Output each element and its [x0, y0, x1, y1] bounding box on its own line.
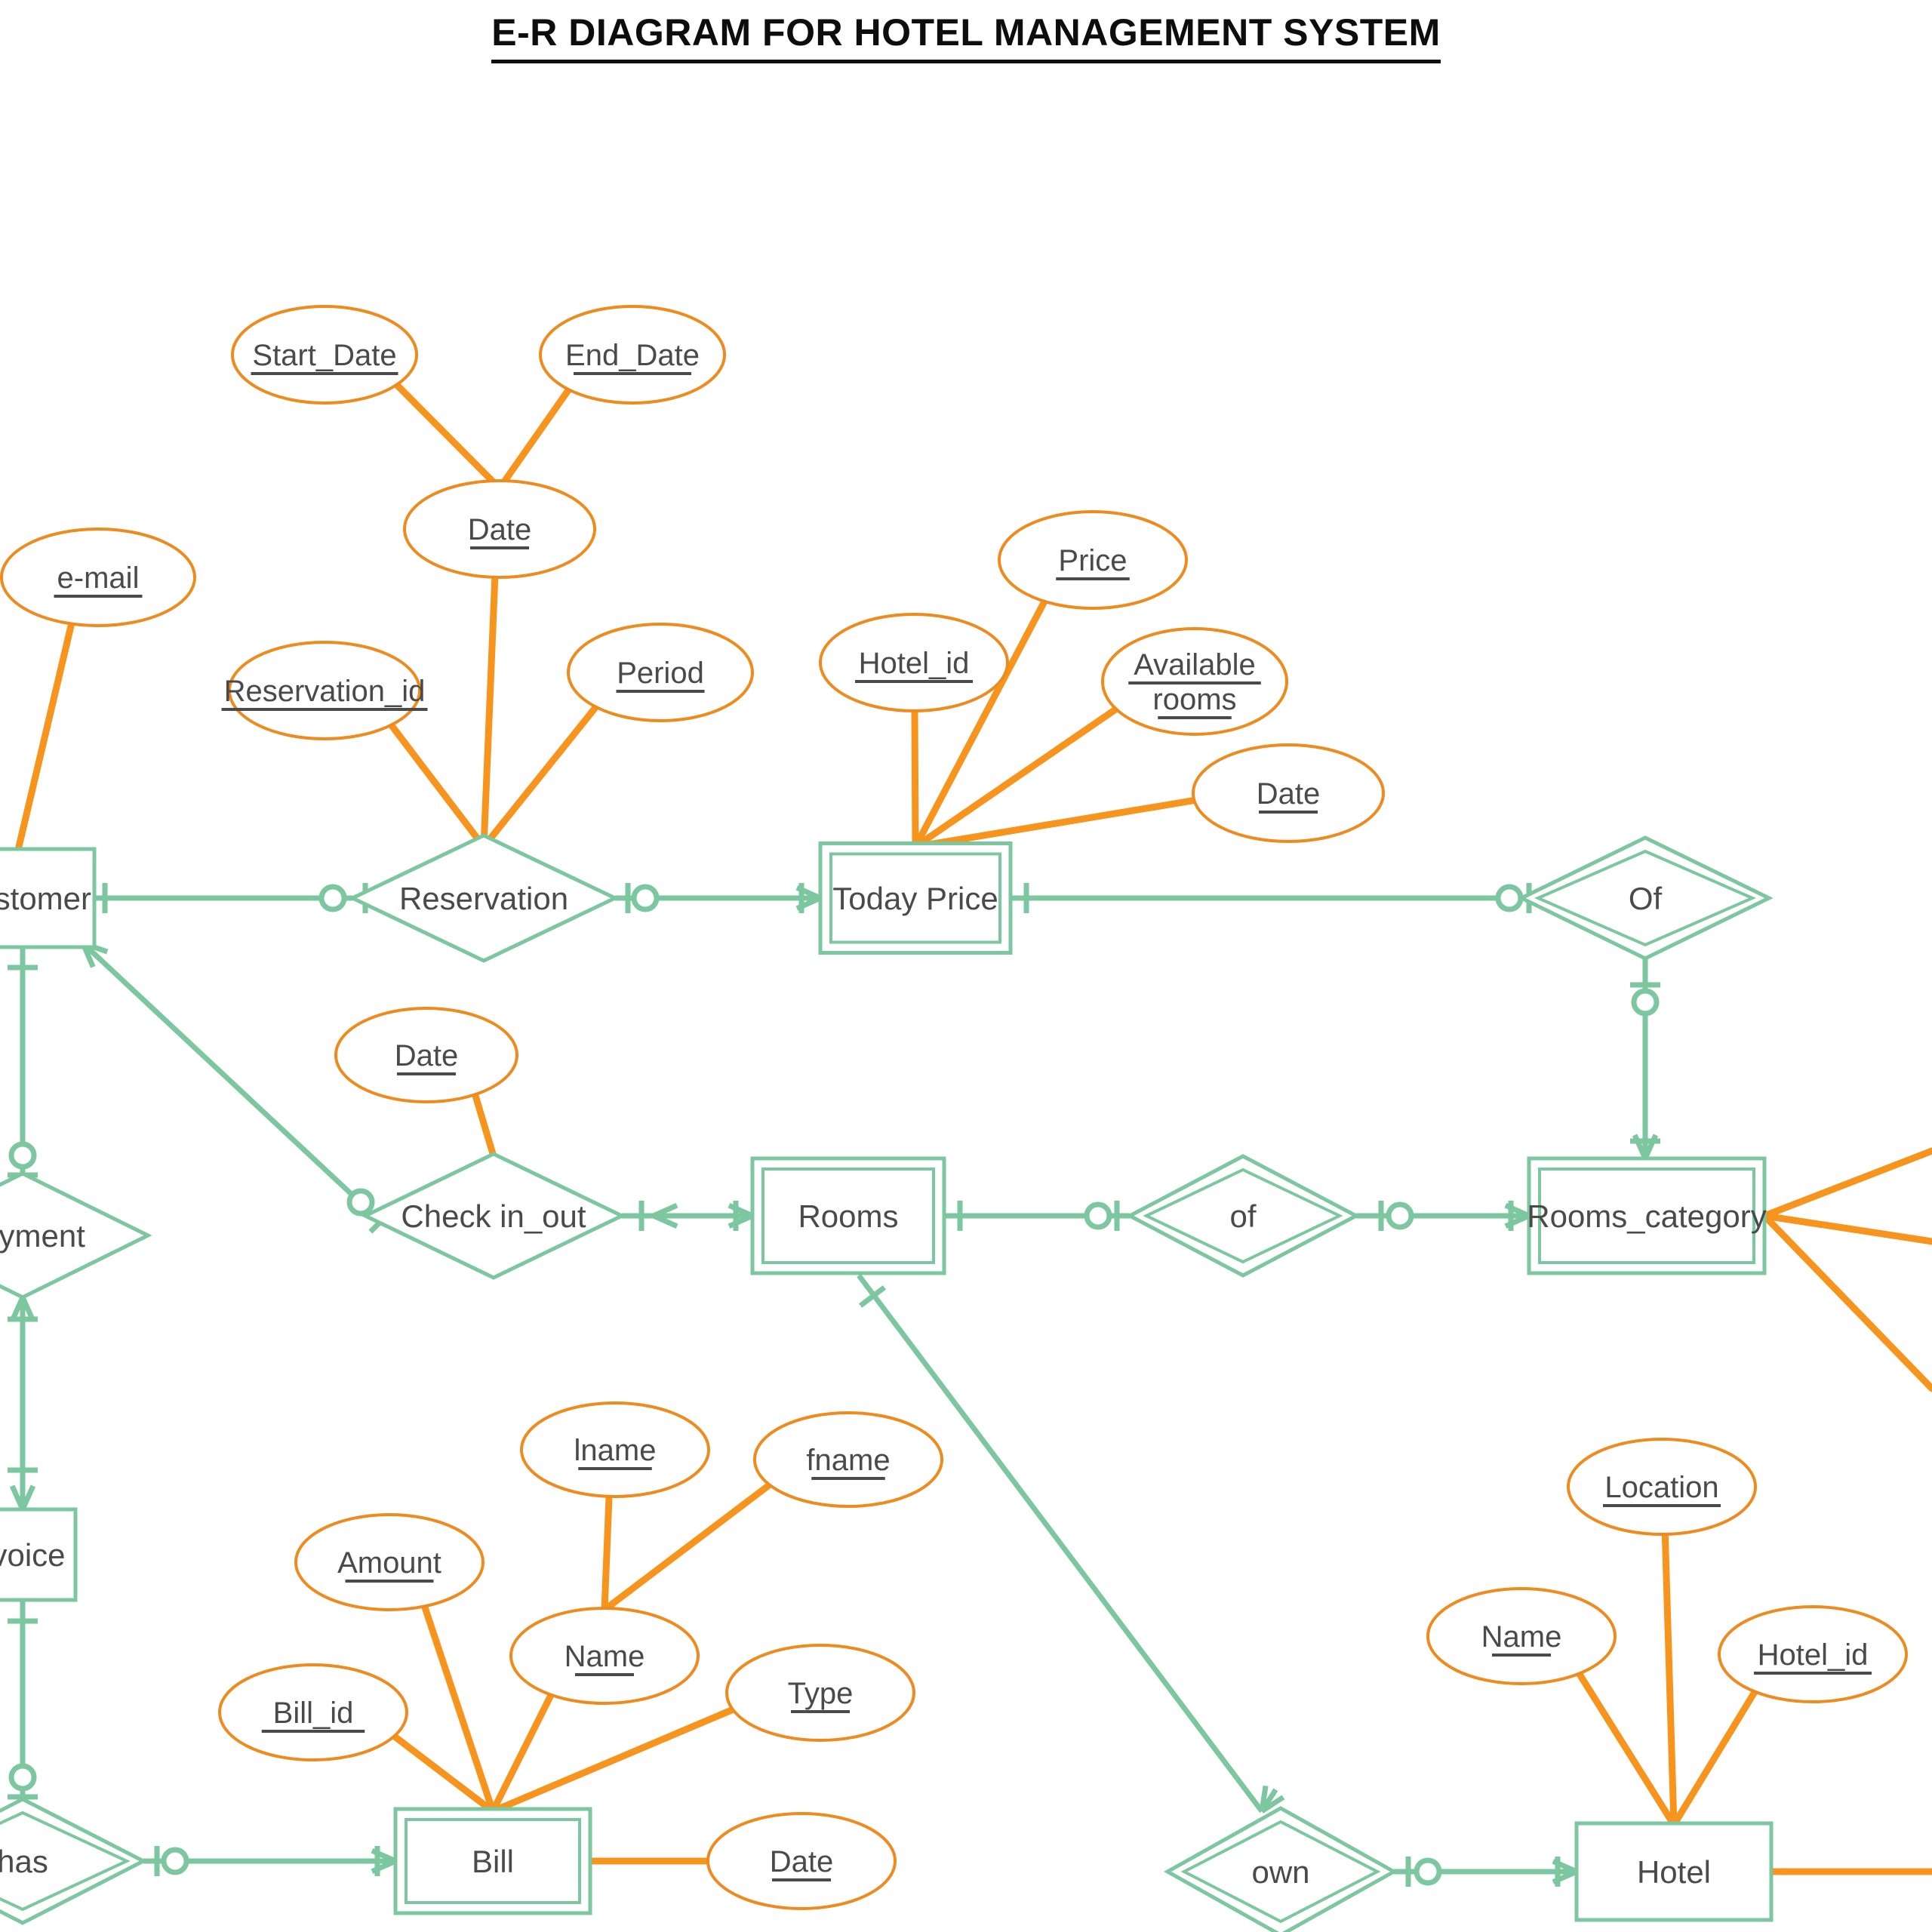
attribute-label: Name [565, 1640, 645, 1673]
relationship-node-reservation[interactable]: Reservation [348, 833, 620, 963]
attribute-node-reservation_id[interactable]: Reservation_id [221, 641, 428, 740]
attribute-label: Hotel_id [1758, 1638, 1869, 1672]
relationship-label: own [1251, 1854, 1309, 1890]
attribute-label: Start_Date [252, 339, 396, 372]
attribute-node-period[interactable]: Period [567, 623, 754, 722]
attribute-label: Price [1058, 544, 1127, 577]
relationship-label: Check in_out [401, 1198, 586, 1234]
attribute-label: Reservation_id [224, 675, 426, 708]
entity-node-bill[interactable]: Bill [393, 1807, 592, 1915]
er-diagram-canvas: E-R DIAGRAM FOR HOTEL MANAGEMENT SYSTEM … [0, 0, 1932, 1932]
relationship-label: Payment [0, 1218, 85, 1254]
attribute-label: Date [468, 513, 532, 546]
entity-node-rooms_category[interactable]: Rooms_category [1527, 1156, 1767, 1275]
attribute-node-name_bill[interactable]: Name [509, 1607, 700, 1705]
attribute-label: Available [1134, 648, 1256, 681]
attribute-label: Amount [337, 1546, 441, 1580]
attribute-label: End_Date [565, 339, 700, 372]
attribute-node-name_hotel[interactable]: Name [1426, 1587, 1617, 1685]
relationship-label: Reservation [399, 881, 568, 916]
entity-node-hotel[interactable]: Hotel [1574, 1821, 1774, 1922]
shape-layer: Start_Date End_Date Date e-mail Reservation_… [0, 305, 1908, 1932]
attribute-label: Period [617, 657, 704, 690]
attribute-node-date_bill[interactable]: Date [706, 1812, 897, 1910]
attribute-label: Date [395, 1039, 459, 1072]
attribute-node-date_check[interactable]: Date [334, 1007, 518, 1103]
relationship-label: Of [1629, 881, 1663, 916]
relationship-node-payment[interactable]: Payment [0, 1171, 152, 1300]
attribute-label: Bill_id [273, 1697, 354, 1730]
attribute-node-start_date[interactable]: Start_Date [231, 305, 418, 405]
attribute-label: lname [574, 1434, 657, 1467]
attribute-label: Location [1604, 1471, 1718, 1504]
entity-label: Invoice [0, 1537, 66, 1573]
attribute-node-end_date[interactable]: End_Date [539, 305, 726, 405]
attribute-node-type_bill[interactable]: Type [725, 1644, 915, 1742]
attribute-label: Type [788, 1677, 854, 1710]
entity-label: Today Price [832, 881, 998, 916]
entity-label: Bill [472, 1844, 514, 1879]
attribute-node-email[interactable]: e-mail [0, 528, 196, 627]
entity-label: Hotel [1637, 1854, 1711, 1890]
attribute-label: Name [1481, 1620, 1562, 1654]
attribute-node-amount[interactable]: Amount [294, 1513, 485, 1611]
relationship-label: has [0, 1844, 48, 1879]
attribute-node-date_reservation[interactable]: Date [403, 479, 596, 579]
attribute-node-date_tp[interactable]: Date [1192, 743, 1385, 843]
entity-label: Rooms [798, 1198, 898, 1234]
relationship-node-of_rooms[interactable]: of [1125, 1154, 1361, 1278]
attribute-node-bill_id[interactable]: Bill_id [218, 1663, 408, 1761]
attribute-label: e-mail [57, 561, 140, 595]
attribute-label: Hotel_id [859, 647, 970, 680]
attribute-node-hotel_id_tp[interactable]: Hotel_id [819, 613, 1009, 712]
attribute-node-fname[interactable]: fname [753, 1411, 943, 1508]
attribute-label: Date [1257, 777, 1321, 811]
attribute-label: Date [770, 1845, 834, 1878]
entity-node-rooms[interactable]: Rooms [750, 1156, 946, 1275]
relationship-node-own[interactable]: own [1163, 1806, 1398, 1932]
attribute-label: fname [806, 1444, 890, 1477]
relationship-node-of_category[interactable]: Of [1517, 835, 1774, 961]
relationship-node-has[interactable]: has [0, 1797, 148, 1925]
entity-node-invoice[interactable]: Invoice [0, 1507, 78, 1602]
entity-node-today_price[interactable]: Today Price [818, 841, 1013, 955]
relationship-node-check_in_out[interactable]: Check in_out [361, 1152, 626, 1280]
attribute-node-price[interactable]: Price [998, 510, 1188, 610]
entity-node-customer[interactable]: Customer [0, 847, 97, 949]
attribute-node-location[interactable]: Location [1567, 1438, 1757, 1536]
attribute-label: rooms [1152, 683, 1236, 716]
attribute-node-lname[interactable]: lname [520, 1401, 710, 1498]
attribute-node-available_rooms[interactable]: Availablerooms [1101, 627, 1288, 736]
relationship-label: of [1229, 1198, 1256, 1234]
entity-label: Rooms_category [1527, 1198, 1766, 1234]
entity-label: Customer [0, 881, 91, 916]
attribute-node-hotel_id_hotel[interactable]: Hotel_id [1718, 1605, 1908, 1703]
